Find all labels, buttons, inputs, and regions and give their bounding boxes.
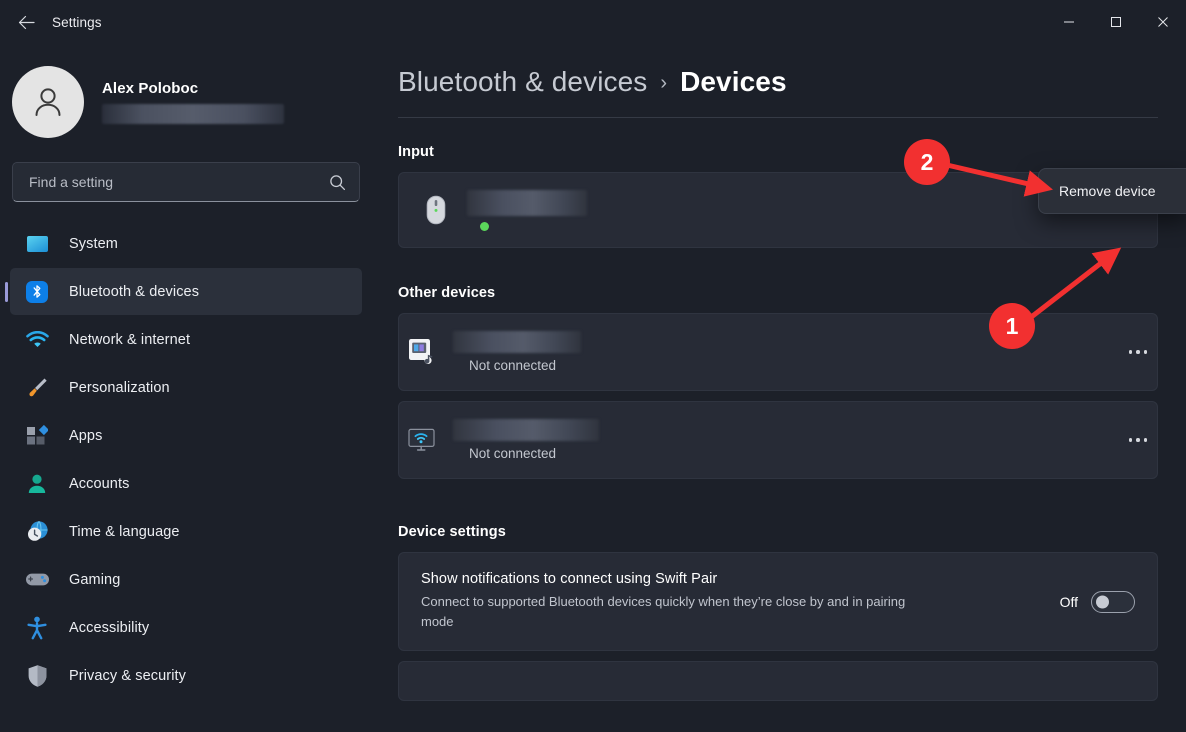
search-container [12,162,360,202]
sidebar-item-label: Accounts [69,475,130,492]
sidebar-item-label: Gaming [69,571,121,588]
person-icon [24,471,50,497]
mouse-icon [419,195,453,225]
sidebar-item-label: Personalization [69,379,170,396]
breadcrumb-separator-icon: › [660,72,668,94]
clock-globe-icon [24,519,50,545]
title-bar: Settings [0,0,1186,44]
sidebar-item-label: Time & language [69,523,180,540]
avatar[interactable] [12,66,84,138]
device-info: Not connected [453,419,1119,461]
breadcrumb: Bluetooth & devices › Devices [398,44,1186,98]
sidebar-item-label: Accessibility [69,619,150,636]
remove-device-menu-item[interactable]: Remove device [1039,174,1186,208]
maximize-button[interactable] [1092,0,1139,44]
paintbrush-icon [24,375,50,401]
sidebar-item-network-internet[interactable]: Network & internet [10,316,362,363]
minimize-icon [1063,21,1074,23]
breadcrumb-parent-link[interactable]: Bluetooth & devices [398,66,647,98]
sidebar-item-privacy-security[interactable]: Privacy & security [10,652,362,699]
section-title-device-settings: Device settings [398,524,506,540]
device-name-redacted [467,189,587,216]
shield-icon [24,663,50,689]
account-name: Alex Poloboc [102,80,199,97]
search-input[interactable] [29,174,329,190]
toggle-group: Off [1059,590,1135,613]
toggle-state-label: Off [1059,593,1078,610]
media-device-icon [405,338,439,366]
minimize-button[interactable] [1045,0,1092,44]
account-block[interactable]: Alex Poloboc [0,44,372,140]
sidebar-item-accessibility[interactable]: Accessibility [10,604,362,651]
sidebar-item-gaming[interactable]: Gaming [10,556,362,603]
close-button[interactable] [1139,0,1186,44]
device-info [467,189,1105,231]
section-title-other-devices: Other devices [398,285,496,301]
device-context-menu: Remove device [1038,168,1186,214]
sidebar-item-label: Privacy & security [69,667,187,684]
setting-title: Show notifications to connect using Swif… [421,571,718,587]
main-content: Bluetooth & devices › Devices Input Othe… [372,44,1186,732]
toggle-knob [1096,595,1109,609]
sidebar-item-bluetooth-devices[interactable]: Bluetooth & devices [10,268,362,315]
wireless-display-icon [405,428,439,452]
device-name-redacted [453,419,599,441]
page-title: Devices [680,66,787,97]
sidebar-item-time-language[interactable]: Time & language [10,508,362,555]
gamepad-icon [24,567,50,593]
sidebar-item-label: Bluetooth & devices [69,283,200,300]
sidebar-item-accounts[interactable]: Accounts [10,460,362,507]
bluetooth-icon [24,279,50,305]
back-button[interactable] [6,6,46,38]
account-email-redacted [102,104,284,124]
search-icon [329,174,347,191]
search-box[interactable] [12,162,360,202]
sidebar-item-label: Network & internet [69,331,191,348]
window-controls [1045,0,1186,44]
sidebar-item-apps[interactable]: Apps [10,412,362,459]
sidebar-item-system[interactable]: System [10,220,362,267]
sidebar-item-label: Apps [69,427,103,444]
maximize-icon [1110,17,1121,27]
swift-pair-toggle[interactable] [1091,590,1135,613]
status-dot-connected [480,221,489,231]
monitor-icon [24,231,50,257]
device-status: Not connected [469,358,557,373]
setting-text-block: Show notifications to connect using Swif… [421,571,1060,632]
header-divider [398,117,1158,118]
ellipsis-menu-other-device-1[interactable] [1119,333,1157,371]
device-name-redacted [453,331,581,353]
device-info: Not connected [453,331,1119,373]
device-row-other-2[interactable]: Not connected [398,401,1158,479]
device-row-other-1[interactable]: Not connected [398,313,1158,391]
sidebar-item-label: System [69,235,118,252]
section-title-input: Input [398,144,434,160]
device-status: Not connected [469,446,557,461]
app-title: Settings [52,14,102,30]
accessibility-person-icon [24,615,50,641]
sidebar: Alex Poloboc System [0,44,372,732]
wifi-icon [24,327,50,353]
close-icon [1157,17,1168,27]
back-arrow-icon [18,15,35,29]
apps-grid-icon [24,423,50,449]
sidebar-item-personalization[interactable]: Personalization [10,364,362,411]
setting-row-partial[interactable] [398,661,1158,702]
ellipsis-menu-other-device-2[interactable] [1119,421,1157,459]
person-avatar-icon [35,88,61,116]
setting-row-swift-pair: Show notifications to connect using Swif… [398,552,1158,652]
sidebar-nav: System Bluetooth & devices Network & int… [0,220,372,699]
setting-description: Connect to supported Bluetooth devices q… [421,594,906,630]
